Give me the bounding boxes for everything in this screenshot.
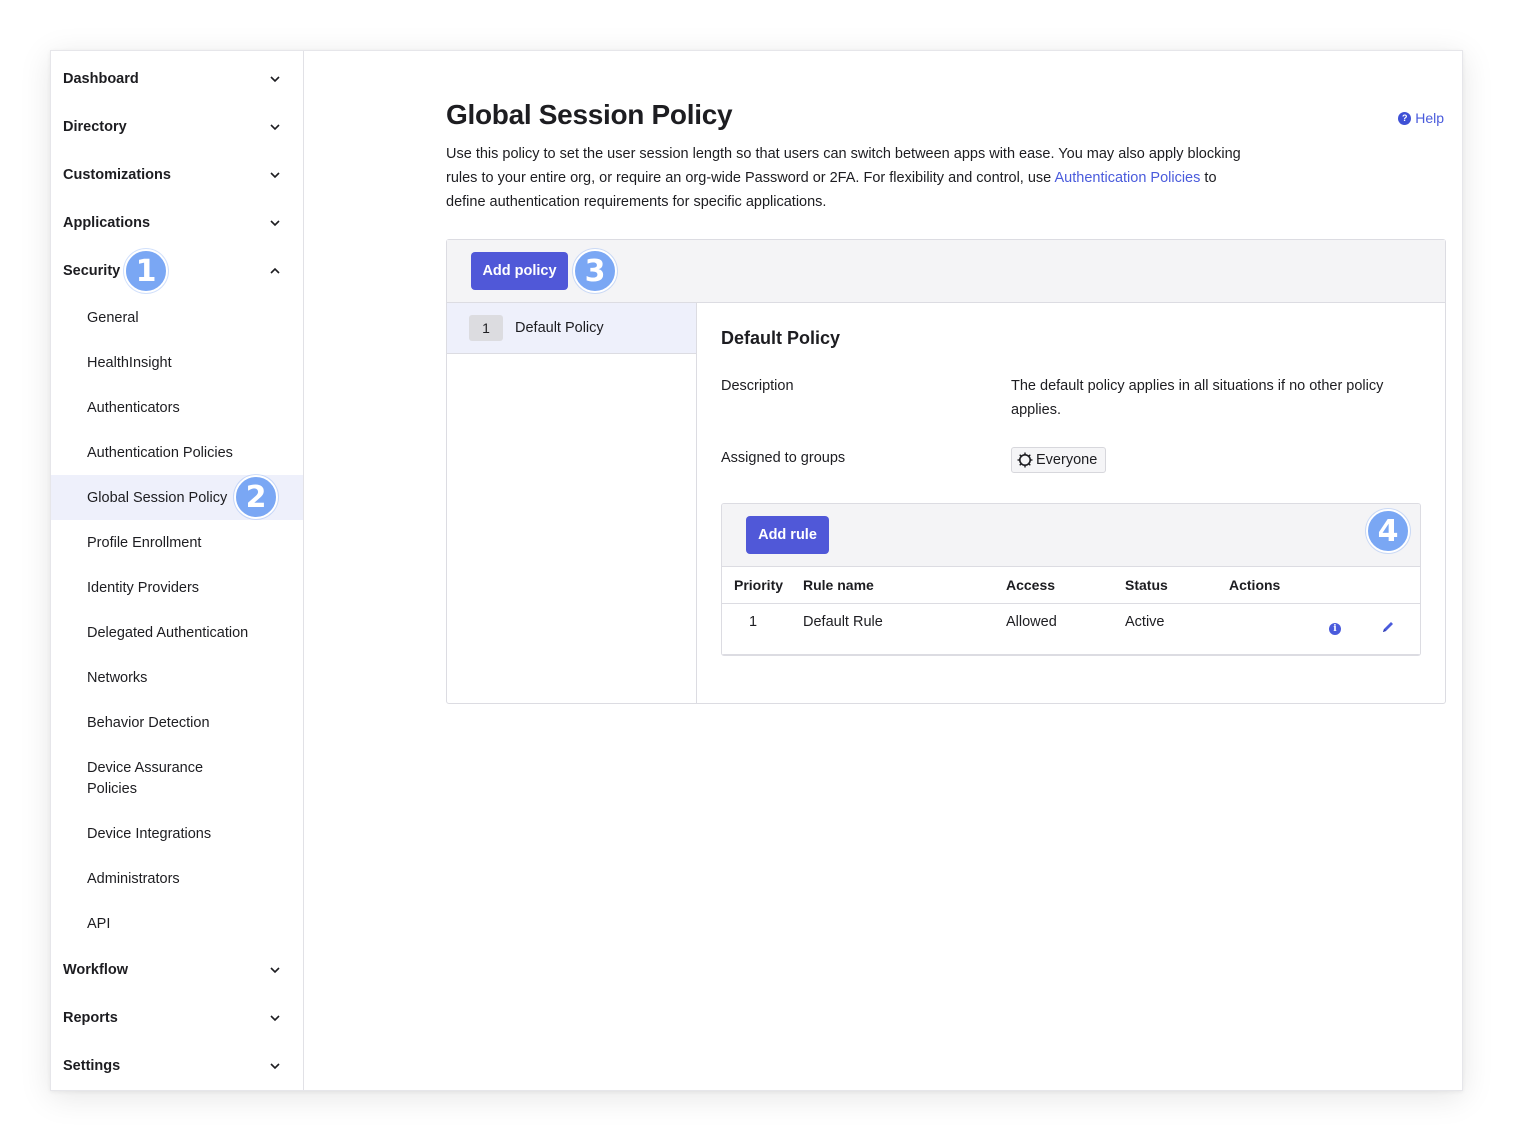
sidebar-item-label: Dashboard: [63, 71, 139, 87]
add-policy-button[interactable]: Add policy: [471, 252, 568, 290]
policy-detail-title: Default Policy: [721, 328, 841, 348]
sidebar-item-label: Customizations: [63, 167, 171, 183]
policy-name: Default Policy: [515, 320, 604, 336]
sidebar-item-networks[interactable]: Networks: [51, 655, 303, 700]
policy-toolbar: Add policy 3: [447, 240, 1445, 303]
column-header-rule-name: Rule name: [803, 577, 874, 593]
everyone-group-icon: [1017, 452, 1033, 468]
sidebar-item-workflow[interactable]: Workflow: [51, 950, 304, 990]
chevron-down-icon: [270, 124, 280, 131]
sidebar-item-directory[interactable]: Directory: [51, 107, 304, 147]
description-value: The default policy applies in all situat…: [1011, 378, 1384, 418]
add-rule-button[interactable]: Add rule: [746, 516, 829, 554]
info-icon[interactable]: i: [1329, 623, 1341, 635]
column-header-actions: Actions: [1229, 577, 1281, 593]
authentication-policies-link[interactable]: Authentication Policies: [1054, 170, 1200, 186]
sidebar-item-profile-enrollment[interactable]: Profile Enrollment: [51, 520, 303, 565]
sidebar-item-settings[interactable]: Settings: [51, 1046, 304, 1086]
rule-status: Active: [1125, 614, 1165, 630]
callout-badge-2: 2: [234, 475, 278, 519]
chevron-down-icon: [270, 76, 280, 83]
sidebar-item-behavior-detection[interactable]: Behavior Detection: [51, 700, 303, 745]
group-chip-everyone: Everyone: [1011, 447, 1107, 473]
sidebar-item-identity-providers[interactable]: Identity Providers: [51, 565, 303, 610]
chevron-down-icon: [270, 1015, 280, 1022]
rules-table-header: Priority Rule name Access Status Actions: [722, 567, 1420, 604]
sidebar-item-label: Reports: [63, 1010, 118, 1026]
policy-list: 1 Default Policy: [447, 303, 697, 703]
chevron-down-icon: [270, 1063, 280, 1070]
sidebar-item-security[interactable]: Security: [51, 251, 304, 291]
chevron-up-icon: [270, 267, 280, 274]
main-content: Global Session Policy ? Help Use this po…: [304, 51, 1462, 1090]
chevron-down-icon: [270, 172, 280, 179]
policy-list-item[interactable]: 1 Default Policy: [447, 303, 696, 354]
sidebar-item-delegated-authentication[interactable]: Delegated Authentication: [51, 610, 303, 655]
page-description: Use this policy to set the user session …: [446, 142, 1246, 214]
edit-pencil-icon[interactable]: [1381, 620, 1395, 634]
sidebar-item-label: Settings: [63, 1058, 121, 1074]
column-header-priority: Priority: [734, 577, 784, 593]
page-title: Global Session Policy: [446, 99, 733, 130]
admin-window: Dashboard Directory Customizations Appli…: [50, 50, 1463, 1091]
policy-priority-chip: 1: [469, 315, 503, 341]
chevron-down-icon: [270, 220, 280, 227]
sidebar-item-general[interactable]: General: [51, 295, 303, 340]
sidebar: Dashboard Directory Customizations Appli…: [51, 51, 304, 1090]
sidebar-item-device-integrations[interactable]: Device Integrations: [51, 811, 303, 856]
callout-badge-1: 1: [124, 249, 168, 293]
assigned-groups-label: Assigned to groups: [721, 450, 846, 466]
sidebar-item-api[interactable]: API: [51, 901, 303, 946]
rule-access: Allowed: [1006, 614, 1057, 630]
group-chip-label: Everyone: [1036, 452, 1098, 468]
sidebar-item-administrators[interactable]: Administrators: [51, 856, 303, 901]
sidebar-item-device-assurance-policies[interactable]: Device Assurance Policies: [51, 753, 251, 805]
sidebar-item-authenticators[interactable]: Authenticators: [51, 385, 303, 430]
table-row: 1 Default Rule Allowed Active i: [722, 604, 1420, 655]
policy-detail: Default Policy Description The default p…: [697, 303, 1445, 703]
column-header-status: Status: [1125, 577, 1168, 593]
rules-panel: Add rule Priority Rule name Access Statu…: [721, 503, 1421, 656]
sidebar-item-dashboard[interactable]: Dashboard: [51, 59, 304, 99]
sidebar-item-label: Security: [63, 263, 121, 279]
help-label: Help: [1415, 110, 1444, 126]
sidebar-item-customizations[interactable]: Customizations: [51, 155, 304, 195]
rule-name: Default Rule: [803, 614, 883, 630]
sidebar-item-applications[interactable]: Applications: [51, 203, 304, 243]
help-link[interactable]: ? Help: [1398, 110, 1444, 126]
callout-badge-4: 4: [1366, 509, 1410, 553]
column-header-access: Access: [1006, 577, 1056, 593]
rule-priority: 1: [749, 614, 758, 630]
sidebar-item-reports[interactable]: Reports: [51, 998, 304, 1038]
sidebar-item-authentication-policies[interactable]: Authentication Policies: [51, 430, 303, 475]
chevron-down-icon: [270, 967, 280, 974]
sidebar-item-label: Workflow: [63, 962, 128, 978]
sidebar-item-label: Applications: [63, 215, 151, 231]
help-icon: ?: [1398, 111, 1412, 125]
description-label: Description: [721, 378, 794, 394]
callout-badge-3: 3: [573, 249, 617, 293]
sidebar-item-label: Directory: [63, 119, 127, 135]
policy-panel: Add policy 3 1 Default Policy Default Po…: [446, 239, 1446, 704]
rules-toolbar: Add rule: [722, 504, 1420, 567]
sidebar-item-healthinsight[interactable]: HealthInsight: [51, 340, 303, 385]
